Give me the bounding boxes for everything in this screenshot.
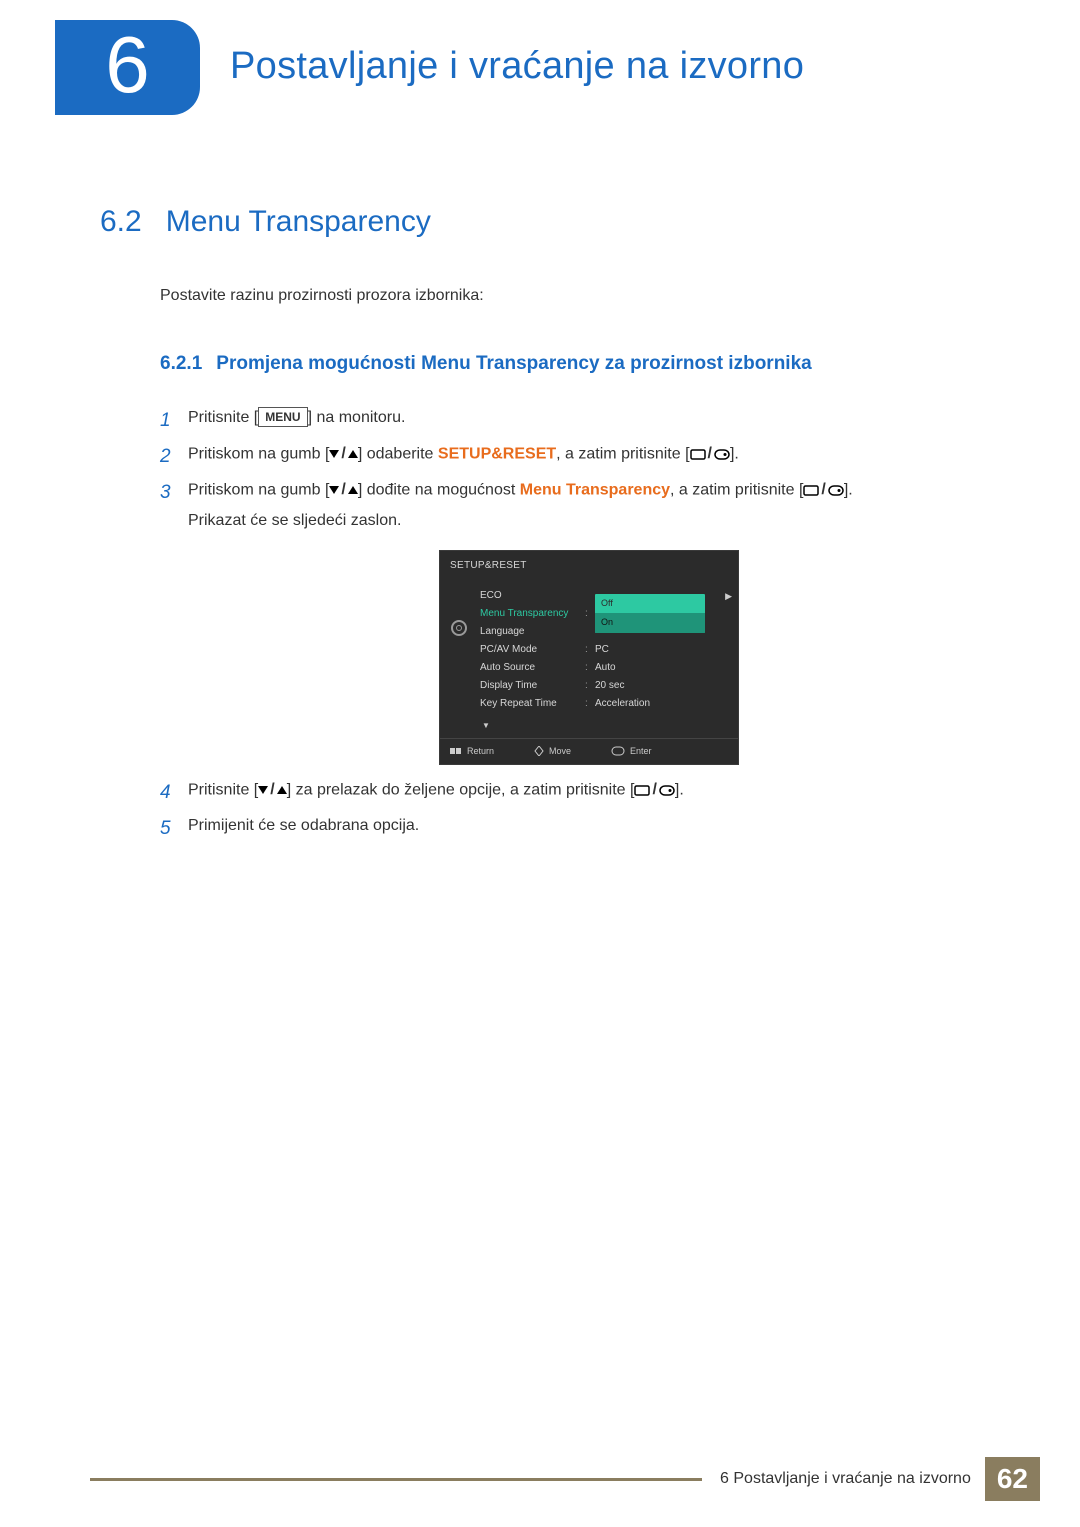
text: ] za prelazak do željene opcije, a zatim… [287,781,635,798]
chapter-number-badge: 6 [55,20,200,115]
keyword-setup-reset: SETUP&RESET [438,446,556,463]
step-number: 2 [160,439,188,475]
osd-label: ECO [480,586,585,605]
step-number: 3 [160,475,188,511]
step-text: Primijenit će se odabrana opcija. [188,811,990,841]
subsection-number: 6.2.1 [160,353,202,374]
step-number: 1 [160,403,188,439]
text: ]. [675,781,684,798]
section-number: 6.2 [100,205,142,239]
osd-value: Auto [595,658,728,677]
text: ]. [844,482,853,499]
down-up-arrow-icon: / [329,439,357,469]
section-heading: 6.2 Menu Transparency [100,205,990,239]
text: , a zatim pritisnite [ [670,482,803,499]
osd-label: Key Repeat Time [480,694,585,713]
rect-enter-icon: / [803,475,843,505]
osd-title: SETUP&RESET [440,551,738,580]
text: ] odaberite [358,446,438,463]
colon: : [585,640,595,659]
osd-body: ▶ ECO Menu Transparency : [440,580,738,718]
footer-text: 6 Postavljanje i vraćanje na izvorno [720,1470,971,1488]
footer-divider [90,1478,702,1481]
text: Pritiskom na gumb [ [188,446,329,463]
section-intro: Postavite razinu prozirnosti prozora izb… [160,287,990,305]
step-text: Pritiskom na gumb [/] dođite na mogućnos… [188,475,990,775]
text: Pritisnite [ [188,781,258,798]
step-number: 4 [160,775,188,811]
osd-screenshot: SETUP&RESET ▶ ECO Menu Transparency [439,550,739,764]
down-arrow-icon: ▼ [482,718,738,733]
osd-value: Off On [595,594,728,632]
label: Enter [630,743,652,760]
osd-sidebar [448,586,470,712]
down-up-arrow-icon: / [258,775,286,805]
menu-button-icon: MENU [258,407,307,427]
osd-row-displaytime: Display Time : 20 sec [480,676,728,694]
section-title: Menu Transparency [166,205,431,239]
step-1: 1 Pritisnite [MENU] na monitoru. [160,403,990,439]
text: ] na monitoru. [308,409,406,426]
step-number: 5 [160,811,188,847]
osd-menu-list: ECO Menu Transparency : Off On [480,586,728,712]
subsection-heading: 6.2.1 Promjena mogućnosti Menu Transparen… [160,353,990,375]
gear-icon [451,620,467,636]
osd-label: Menu Transparency [480,604,585,623]
osd-value: Acceleration [595,694,728,713]
step-4: 4 Pritisnite [/] za prelazak do željene … [160,775,990,811]
text: Prikazat će se sljedeći zaslon. [188,512,401,529]
page-header: 6 Postavljanje i vraćanje na izvorno [0,0,1080,115]
osd-label: Display Time [480,676,585,695]
label: Move [549,743,571,760]
step-3: 3 Pritiskom na gumb [/] dođite na mogućn… [160,475,990,775]
osd-label: PC/AV Mode [480,640,585,659]
osd-row-keyrepeat: Key Repeat Time : Acceleration [480,694,728,712]
osd-row-menu-transparency: Menu Transparency : Off On [480,604,728,622]
text: Pritiskom na gumb [ [188,482,329,499]
osd-value: PC [595,640,728,659]
right-arrow-icon: ▶ [725,588,732,605]
step-text: Pritisnite [/] za prelazak do željene op… [188,775,990,806]
osd-row-autosource: Auto Source : Auto [480,658,728,676]
osd-value: 20 sec [595,676,728,695]
rect-enter-icon: / [634,775,674,805]
step-text: Pritiskom na gumb [/] odaberite SETUP&RE… [188,439,990,470]
rect-enter-icon: / [690,439,730,469]
osd-move: Move [534,743,571,760]
osd-label: Auto Source [480,658,585,677]
colon: : [585,604,595,623]
osd-option-on: On [595,613,705,632]
text: , a zatim pritisnite [ [556,446,689,463]
keyword-menu-transparency: Menu Transparency [520,482,670,499]
page-content: 6.2 Menu Transparency Postavite razinu p… [0,205,1080,847]
steps-list: 1 Pritisnite [MENU] na monitoru. 2 Priti… [160,403,990,847]
chapter-title: Postavljanje i vraćanje na izvorno [230,45,804,88]
subsection-title: Promjena mogućnosti Menu Transparency za… [216,353,811,374]
page-footer: 6 Postavljanje i vraćanje na izvorno 62 [90,1457,1040,1501]
step-5: 5 Primijenit će se odabrana opcija. [160,811,990,847]
text: ]. [730,446,739,463]
colon: : [585,694,595,713]
text: ] dođite na mogućnost [358,482,520,499]
osd-return: Return [450,743,494,760]
step-text: Pritisnite [MENU] na monitoru. [188,403,990,433]
step-2: 2 Pritiskom na gumb [/] odaberite SETUP&… [160,439,990,475]
colon: : [585,676,595,695]
colon: : [585,658,595,677]
label: Return [467,743,494,760]
page-number: 62 [985,1457,1040,1501]
down-up-arrow-icon: / [329,475,357,505]
osd-enter: Enter [611,743,652,760]
osd-option-off: Off [595,594,705,613]
text: Pritisnite [ [188,409,258,426]
osd-option-box: Off On [595,594,705,632]
osd-footer: Return Move Enter [440,738,738,764]
osd-row-pcav: PC/AV Mode : PC [480,640,728,658]
osd-label: Language [480,622,585,641]
